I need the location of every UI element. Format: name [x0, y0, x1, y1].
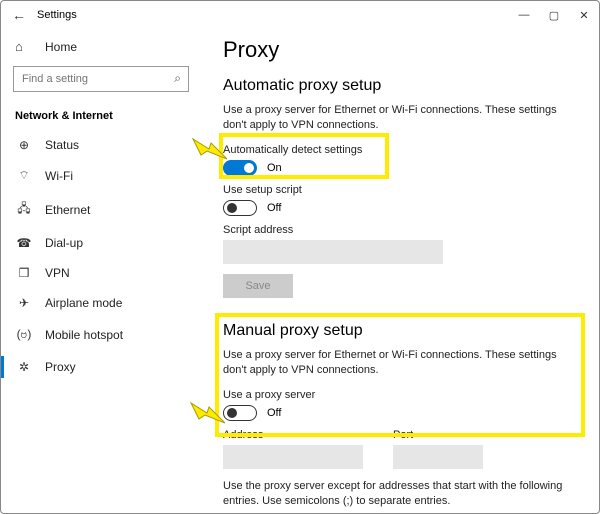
use-proxy-label: Use a proxy server — [223, 389, 577, 401]
window-title: Settings — [37, 9, 77, 21]
sidebar-item-label: Status — [45, 138, 79, 152]
except-desc: Use the proxy server except for addresse… — [223, 479, 563, 510]
sidebar-item-label: Wi-Fi — [45, 169, 73, 183]
sidebar-item-status[interactable]: ⊕ Status — [1, 130, 201, 160]
sidebar-item-wi-fi[interactable]: ⌔ Wi-Fi — [1, 160, 201, 191]
script-toggle[interactable] — [223, 200, 257, 216]
sidebar-item-label: Proxy — [45, 360, 76, 374]
sidebar-item-label: Mobile hotspot — [45, 328, 123, 342]
sidebar-item-mobile-hotspot[interactable]: (ဗ) Mobile hotspot — [1, 318, 201, 352]
sidebar: ⌂ Home ⌕ Network & Internet ⊕ Status ⌔ Wi-F… — [1, 29, 201, 513]
section-heading: Network & Internet — [1, 100, 201, 130]
detect-state: On — [267, 162, 282, 174]
use-proxy-state: Off — [267, 407, 281, 419]
proxy-icon: ✲ — [15, 360, 33, 374]
script-address-input[interactable] — [223, 240, 443, 264]
script-address-label: Script address — [223, 224, 577, 236]
search-icon: ⌕ — [174, 71, 181, 86]
detect-toggle[interactable] — [223, 160, 257, 176]
arrow-annotation-1 — [191, 137, 227, 165]
detect-label: Automatically detect settings — [223, 144, 577, 156]
status-icon: ⊕ — [15, 138, 33, 152]
airplane-mode-icon: ✈ — [15, 296, 33, 310]
arrow-annotation-2 — [189, 401, 225, 429]
home-label: Home — [45, 40, 77, 54]
back-button[interactable]: ← — [9, 7, 29, 23]
mobile-hotspot-icon: (ဗ) — [15, 326, 33, 344]
sidebar-item-label: Airplane mode — [45, 296, 122, 310]
sidebar-home[interactable]: ⌂ Home — [1, 33, 201, 60]
script-state: Off — [267, 202, 281, 214]
main-panel: Proxy Automatic proxy setup Use a proxy … — [201, 29, 599, 513]
dial-up-icon: ☎ — [15, 236, 33, 250]
port-input[interactable] — [393, 445, 483, 469]
manual-heading: Manual proxy setup — [223, 322, 577, 340]
sidebar-item-dial-up[interactable]: ☎ Dial-up — [1, 228, 201, 258]
auto-desc: Use a proxy server for Ethernet or Wi-Fi… — [223, 103, 563, 134]
sidebar-item-label: Dial-up — [45, 236, 83, 250]
use-proxy-toggle[interactable] — [223, 405, 257, 421]
close-button[interactable]: ✕ — [569, 1, 599, 29]
page-title: Proxy — [223, 37, 577, 63]
sidebar-item-label: Ethernet — [45, 203, 90, 217]
vpn-icon: ❒ — [15, 266, 33, 280]
manual-desc: Use a proxy server for Ethernet or Wi-Fi… — [223, 348, 563, 379]
address-input[interactable] — [223, 445, 363, 469]
wi-fi-icon: ⌔ — [15, 168, 33, 183]
sidebar-item-ethernet[interactable]: 🖧 Ethernet — [1, 191, 201, 228]
sidebar-item-airplane-mode[interactable]: ✈ Airplane mode — [1, 288, 201, 318]
home-icon: ⌂ — [15, 39, 33, 54]
titlebar: ← Settings — ▢ ✕ — [1, 1, 599, 29]
maximize-button[interactable]: ▢ — [539, 1, 569, 29]
search-input[interactable] — [13, 66, 189, 92]
auto-heading: Automatic proxy setup — [223, 77, 577, 95]
script-label: Use setup script — [223, 184, 577, 196]
sidebar-item-vpn[interactable]: ❒ VPN — [1, 258, 201, 288]
port-label: Port — [393, 429, 483, 441]
sidebar-item-proxy[interactable]: ✲ Proxy — [1, 352, 201, 382]
address-label: Address — [223, 429, 363, 441]
minimize-button[interactable]: — — [509, 1, 539, 29]
save-button[interactable]: Save — [223, 274, 293, 298]
ethernet-icon: 🖧 — [15, 199, 33, 220]
sidebar-item-label: VPN — [45, 266, 70, 280]
